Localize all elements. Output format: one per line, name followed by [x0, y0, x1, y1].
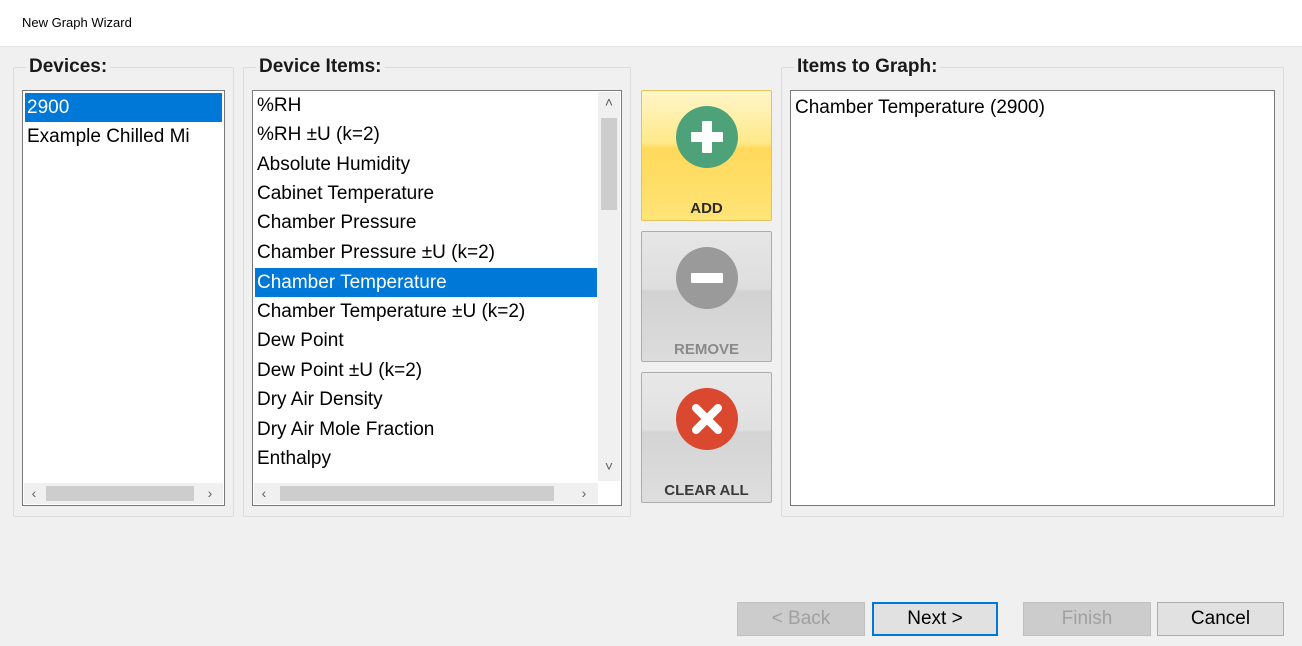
list-item[interactable]: %RH	[255, 91, 597, 120]
next-button[interactable]: Next >	[872, 602, 998, 636]
device-items-vscroll-thumb[interactable]	[601, 118, 617, 210]
chevron-down-icon[interactable]: ˅	[601, 458, 617, 474]
add-button[interactable]: ADD	[641, 90, 772, 221]
device-items-hscroll-thumb[interactable]	[280, 486, 554, 501]
device-items-horizontal-scrollbar[interactable]: ‹ ›	[254, 483, 598, 504]
minus-bar	[691, 273, 723, 283]
device-items-list[interactable]: %RH %RH ±U (k=2) Absolute Humidity Cabin…	[252, 90, 622, 506]
items-to-graph-list[interactable]: Chamber Temperature (2900)	[790, 90, 1275, 506]
chevron-right-icon[interactable]: ›	[202, 485, 218, 501]
plus-bar-vertical	[702, 121, 712, 153]
x-glyph	[692, 404, 722, 434]
list-item[interactable]: Chamber Pressure	[255, 208, 597, 237]
device-items-vertical-scrollbar[interactable]: ˄ ˅	[598, 92, 620, 481]
list-item[interactable]: Chamber Temperature ±U (k=2)	[255, 297, 597, 326]
list-item[interactable]: Enthalpy	[255, 444, 597, 473]
list-item[interactable]: Absolute Humidity	[255, 150, 597, 179]
add-button-label: ADD	[690, 200, 723, 217]
list-item[interactable]: %RH ±U (k=2)	[255, 120, 597, 149]
devices-horizontal-scrollbar[interactable]: ‹ ›	[24, 483, 223, 504]
cancel-button[interactable]: Cancel	[1157, 602, 1284, 636]
finish-button[interactable]: Finish	[1023, 602, 1151, 636]
x-circle-icon	[676, 388, 738, 450]
plus-circle-icon	[676, 106, 738, 168]
list-item[interactable]: Dew Point	[255, 326, 597, 355]
back-button[interactable]: < Back	[737, 602, 865, 636]
title-bar: New Graph Wizard	[0, 0, 1302, 47]
minus-circle-icon	[676, 247, 738, 309]
list-item-selected[interactable]: Chamber Temperature	[255, 268, 597, 297]
window-title: New Graph Wizard	[22, 15, 132, 30]
chevron-up-icon[interactable]: ˄	[601, 94, 617, 110]
clear-all-button[interactable]: CLEAR ALL	[641, 372, 772, 503]
list-item[interactable]: Chamber Pressure ±U (k=2)	[255, 238, 597, 267]
list-item[interactable]: Dry Air Density	[255, 385, 597, 414]
remove-button[interactable]: REMOVE	[641, 231, 772, 362]
devices-scroll-thumb[interactable]	[46, 486, 194, 501]
chevron-left-icon[interactable]: ‹	[256, 485, 272, 501]
list-item[interactable]: Cabinet Temperature	[255, 179, 597, 208]
device-items-label: Device Items:	[256, 57, 385, 77]
remove-button-label: REMOVE	[673, 341, 739, 358]
chevron-left-icon[interactable]: ‹	[26, 485, 42, 501]
devices-label: Devices:	[26, 57, 111, 77]
chevron-right-icon[interactable]: ›	[576, 485, 592, 501]
device-item-2900[interactable]: 2900	[25, 93, 222, 122]
list-item[interactable]: Dew Point ±U (k=2)	[255, 356, 597, 385]
clear-all-button-label: CLEAR ALL	[664, 482, 749, 499]
device-item-example-chilled[interactable]: Example Chilled Mi	[25, 122, 222, 151]
devices-list[interactable]: 2900 Example Chilled Mi ‹ ›	[22, 90, 225, 506]
graph-item[interactable]: Chamber Temperature (2900)	[793, 93, 1271, 122]
items-to-graph-label: Items to Graph:	[794, 57, 941, 77]
list-item[interactable]: Dry Air Mole Fraction	[255, 415, 597, 444]
